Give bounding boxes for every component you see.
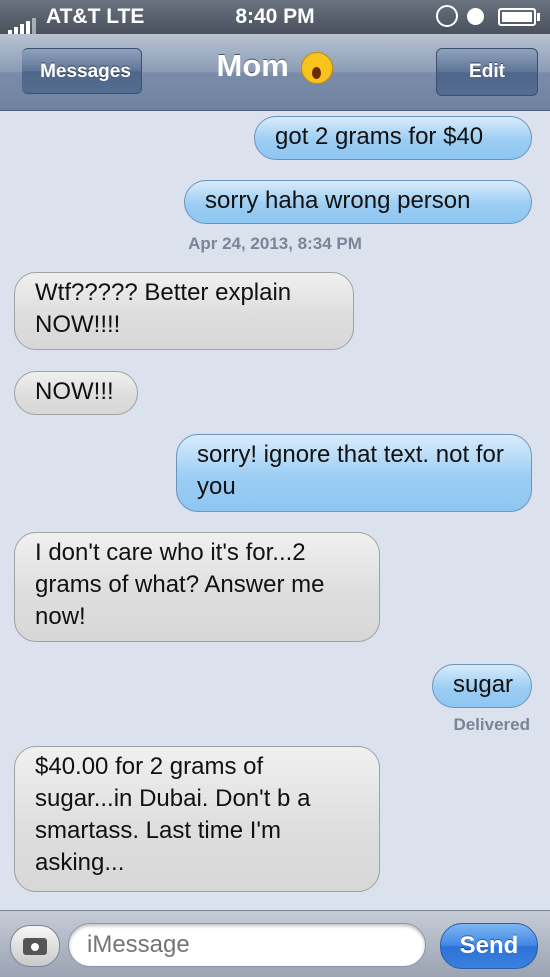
orientation-lock-icon	[436, 5, 458, 27]
edit-button[interactable]: Edit	[436, 48, 538, 96]
back-button[interactable]: Messages	[22, 48, 142, 94]
back-button-label: Messages	[40, 61, 131, 82]
message-timestamp: Apr 24, 2013, 8:34 PM	[188, 234, 362, 253]
camera-lens-icon	[29, 941, 41, 953]
nav-bar: Messages Mom Edit	[0, 34, 550, 111]
send-button-label: Send	[459, 932, 519, 959]
message-bubble-incoming[interactable]: $40.00 for 2 grams of sugar...in Dubai. …	[14, 746, 380, 892]
message-bubble-outgoing[interactable]: sorry haha wrong person	[184, 180, 532, 224]
status-bar: AT&T LTE 8:40 PM	[0, 0, 550, 34]
message-text: sorry! ignore that text. not for you	[197, 441, 504, 500]
message-text: sorry haha wrong person	[205, 187, 471, 214]
screaming-face-emoji-icon	[301, 51, 334, 84]
message-bubble-outgoing[interactable]: sugar	[432, 664, 532, 708]
battery-icon	[498, 8, 540, 26]
compose-bar: Send	[0, 910, 550, 977]
message-text: sugar	[453, 671, 514, 698]
message-text: NOW!!!	[35, 378, 114, 405]
delivered-label: Delivered	[453, 715, 530, 734]
message-text: $40.00 for 2 grams of sugar...in Dubai. …	[35, 753, 311, 876]
send-button[interactable]: Send	[440, 923, 538, 969]
message-text: Wtf????? Better explain NOW!!!!	[35, 279, 292, 338]
camera-button[interactable]	[10, 925, 60, 967]
contact-name: Mom	[216, 48, 289, 83]
message-text: I don't care who it's for...2 grams of w…	[35, 539, 325, 630]
conversation-title: Mom	[160, 48, 390, 84]
message-bubble-incoming[interactable]: Wtf????? Better explain NOW!!!!	[14, 272, 354, 350]
message-text: got 2 grams for $40	[275, 123, 484, 150]
message-bubble-incoming[interactable]: I don't care who it's for...2 grams of w…	[14, 532, 380, 642]
message-bubble-outgoing[interactable]: sorry! ignore that text. not for you	[176, 434, 532, 512]
alarm-icon	[467, 8, 484, 25]
message-input[interactable]	[68, 923, 426, 967]
message-bubble-incoming[interactable]: NOW!!!	[14, 371, 138, 415]
message-bubble-outgoing[interactable]: got 2 grams for $40	[254, 116, 532, 160]
edit-button-label: Edit	[469, 61, 505, 82]
